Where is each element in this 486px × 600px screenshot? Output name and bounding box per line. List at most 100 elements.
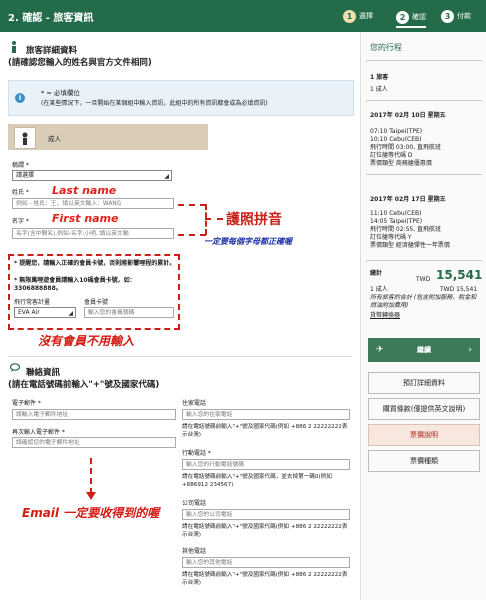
ff-card-input[interactable]: 輸入您的會員號碼 <box>84 307 174 318</box>
outbound-duration: 飛行時間 03:00, 直飛航班 <box>370 144 442 151</box>
pax-total-line: 1 成人 <box>370 286 388 293</box>
divider <box>366 60 482 61</box>
step-number: 3 <box>441 9 454 23</box>
annotation-connector <box>178 204 206 206</box>
booking-details-label: 預訂詳細資料 <box>403 379 445 387</box>
contact-section-subtitle: (請在電話號碼前輸入"+"號及國家代碼) <box>8 380 160 390</box>
surname-label: 姓氏 * <box>12 189 29 196</box>
given-name-input[interactable]: 名字(含中間名),例如-名字:小明, 請以英文輸 <box>12 228 174 239</box>
continue-label: 繼續 <box>417 346 431 354</box>
email-input[interactable]: 請輸入電子郵件地址 <box>12 409 176 420</box>
outbound-arrival: 10:10 Cebu(CEB) <box>370 136 422 143</box>
return-fare: 票價類型 經濟艙彈性一年票價 <box>370 242 450 249</box>
office-phone-label: 公司電話 <box>182 500 207 507</box>
ff-program-label: 飛行常客計畫 <box>14 299 51 306</box>
annotation-arrow <box>90 458 92 494</box>
passenger-header: 成人 <box>8 124 208 150</box>
annotation-capitals-note: 一定要每個字母都正確喔 <box>204 237 292 246</box>
fare-type-button[interactable]: 票價種類 <box>368 450 480 472</box>
total-label: 總計 <box>370 270 383 277</box>
step-select[interactable]: 1 選擇 <box>343 8 373 24</box>
purchase-terms-button[interactable]: 購買條款(僅提供英文說明) <box>368 398 480 420</box>
title-select[interactable]: 請選擇 ◢ <box>12 170 172 181</box>
contact-section-title: 聯絡資訊 <box>26 368 61 378</box>
avatar <box>14 127 36 149</box>
fare-rules-button[interactable]: 票價說明 <box>368 424 480 446</box>
other-phone-input[interactable]: 輸入您的其他電話 <box>182 557 350 568</box>
ff-program-select[interactable]: EVA Air ◢ <box>14 307 76 318</box>
surname-input[interactable]: 例如 - 姓氏：王，請以英文輸入：WANG <box>12 198 174 209</box>
annotation-email-note: Email 一定要收得到的喔 <box>22 506 160 520</box>
person-icon <box>22 132 28 145</box>
home-phone-label: 住家電話 <box>182 400 207 407</box>
annotation-connector <box>178 234 206 236</box>
top-bar: 2. 確認 - 旅客資訊 1 選擇 2 確認 3 付款 <box>0 0 486 32</box>
office-phone-input[interactable]: 輸入您的公司電話 <box>182 509 350 520</box>
divider <box>8 356 352 357</box>
total-currency: TWD <box>416 276 431 283</box>
info-icon: i <box>15 93 25 103</box>
divider <box>366 174 482 175</box>
notice-required-text: * = 必填欄位 <box>41 89 80 97</box>
required-notice: i * = 必填欄位 (在某些情況下，一旦開始在某個組中輸入資訊，此組中的所有資… <box>8 80 354 116</box>
annotation-last-name: Last name <box>52 184 117 197</box>
traveler-section-title: 旅客詳細資料 <box>26 46 78 56</box>
outbound-date: 2017年 02月 10日 星期五 <box>370 112 446 119</box>
chevron-right-icon: › <box>468 345 472 355</box>
page-title: 2. 確認 - 旅客資訊 <box>8 13 94 24</box>
annotation-connector <box>205 218 223 220</box>
annotation-passport-pinyin: 護照拼音 <box>226 212 282 228</box>
other-phone-hint: 請在電話號碼前輸入"+"號及國家代碼(例如 +886 2 22222222表示台… <box>182 572 348 586</box>
chat-bubble-icon <box>10 363 20 372</box>
ff-card-label: 會員卡號 <box>84 299 109 306</box>
total-amount: 15,541 <box>436 268 483 282</box>
person-icon <box>12 41 16 53</box>
plane-icon: ✈ <box>376 345 384 355</box>
itinerary-sidebar: 您的行程 1 旅客 1 成人 2017年 02月 10日 星期五 07:10 T… <box>362 32 486 600</box>
title-select-value: 請選擇 <box>16 172 35 179</box>
annotation-first-name: First name <box>52 212 119 225</box>
step-confirm[interactable]: 2 確認 <box>396 8 426 28</box>
outbound-departure: 07:10 Taipei(TPE) <box>370 128 423 135</box>
home-phone-hint: 請在電話號碼前輸入"+"號及國家代碼(例如 +886 2 22222222表示台… <box>182 424 348 438</box>
step-number: 1 <box>343 9 356 23</box>
email-confirm-input[interactable]: 請確認您的電子郵件地址 <box>12 437 176 448</box>
return-duration: 飛行時間 02:55, 直飛航班 <box>370 226 442 233</box>
outbound-class: 訂位艙等代碼 D <box>370 152 413 159</box>
office-phone-hint: 請在電話號碼前輸入"+"號及國家代碼(例如 +886 2 22222222表示台… <box>182 524 348 538</box>
traveler-section-subtitle: (請確認您輸入的姓名與官方文件相同) <box>8 58 152 68</box>
step-number: 2 <box>396 10 409 24</box>
dropdown-icon: ◢ <box>164 173 169 180</box>
given-name-label: 名字 * <box>12 218 29 225</box>
divider <box>366 100 482 101</box>
return-arrival: 14:05 Taipei(TPE) <box>370 218 423 225</box>
itinerary-heading: 您的行程 <box>370 43 402 52</box>
booking-details-button[interactable]: 預訂詳細資料 <box>368 372 480 394</box>
arrow-down-icon <box>86 492 96 500</box>
tax-note: 所有旅客的合計 (包含附加服務、稅金和燃油附加費用) <box>370 294 477 309</box>
dropdown-icon: ◢ <box>68 310 73 317</box>
return-departure: 11:10 Cebu(CEB) <box>370 210 422 217</box>
email-label: 電子郵件 * <box>12 400 41 407</box>
step-label: 選擇 <box>359 12 373 20</box>
step-payment[interactable]: 3 付款 <box>441 8 471 24</box>
step-label: 付款 <box>457 12 471 20</box>
ff-note-1: * 提醒您，請輸入正確的會員卡號，否則將影響哩程的累計。 <box>14 260 176 267</box>
pax-count: 1 旅客 <box>370 74 389 81</box>
continue-button[interactable]: ✈ 繼續 › <box>368 338 480 362</box>
other-phone-label: 其他電話 <box>182 548 207 555</box>
return-class: 訂位艙等代碼 Y <box>370 234 412 241</box>
ff-note-2: * 無限萬哩遊會員請輸入10碼會員卡號，如：3306888888。 <box>14 277 136 292</box>
fare-rules-label: 票價說明 <box>410 431 438 439</box>
outbound-fare: 票價類型 商務艙優惠價 <box>370 160 432 167</box>
title-label: 稱謂 * <box>12 162 29 169</box>
mobile-phone-label: 行動電話 * <box>182 450 211 457</box>
home-phone-input[interactable]: 輸入您的住家電話 <box>182 409 350 420</box>
currency-converter-link[interactable]: 貨幣轉換器 <box>370 312 400 320</box>
mobile-phone-hint: 請在電話號碼前輸入"+"號及國家代碼，並去掉第一碼0(例如 +886912 23… <box>182 474 332 488</box>
mobile-phone-input[interactable]: 輸入您的行動電話號碼 <box>182 459 350 470</box>
purchase-terms-label: 購買條款(僅提供英文說明) <box>382 405 466 413</box>
return-date: 2017年 02月 17日 星期五 <box>370 196 446 203</box>
divider <box>366 260 482 261</box>
annotation-no-member: 沒有會員不用輸入 <box>38 334 135 348</box>
